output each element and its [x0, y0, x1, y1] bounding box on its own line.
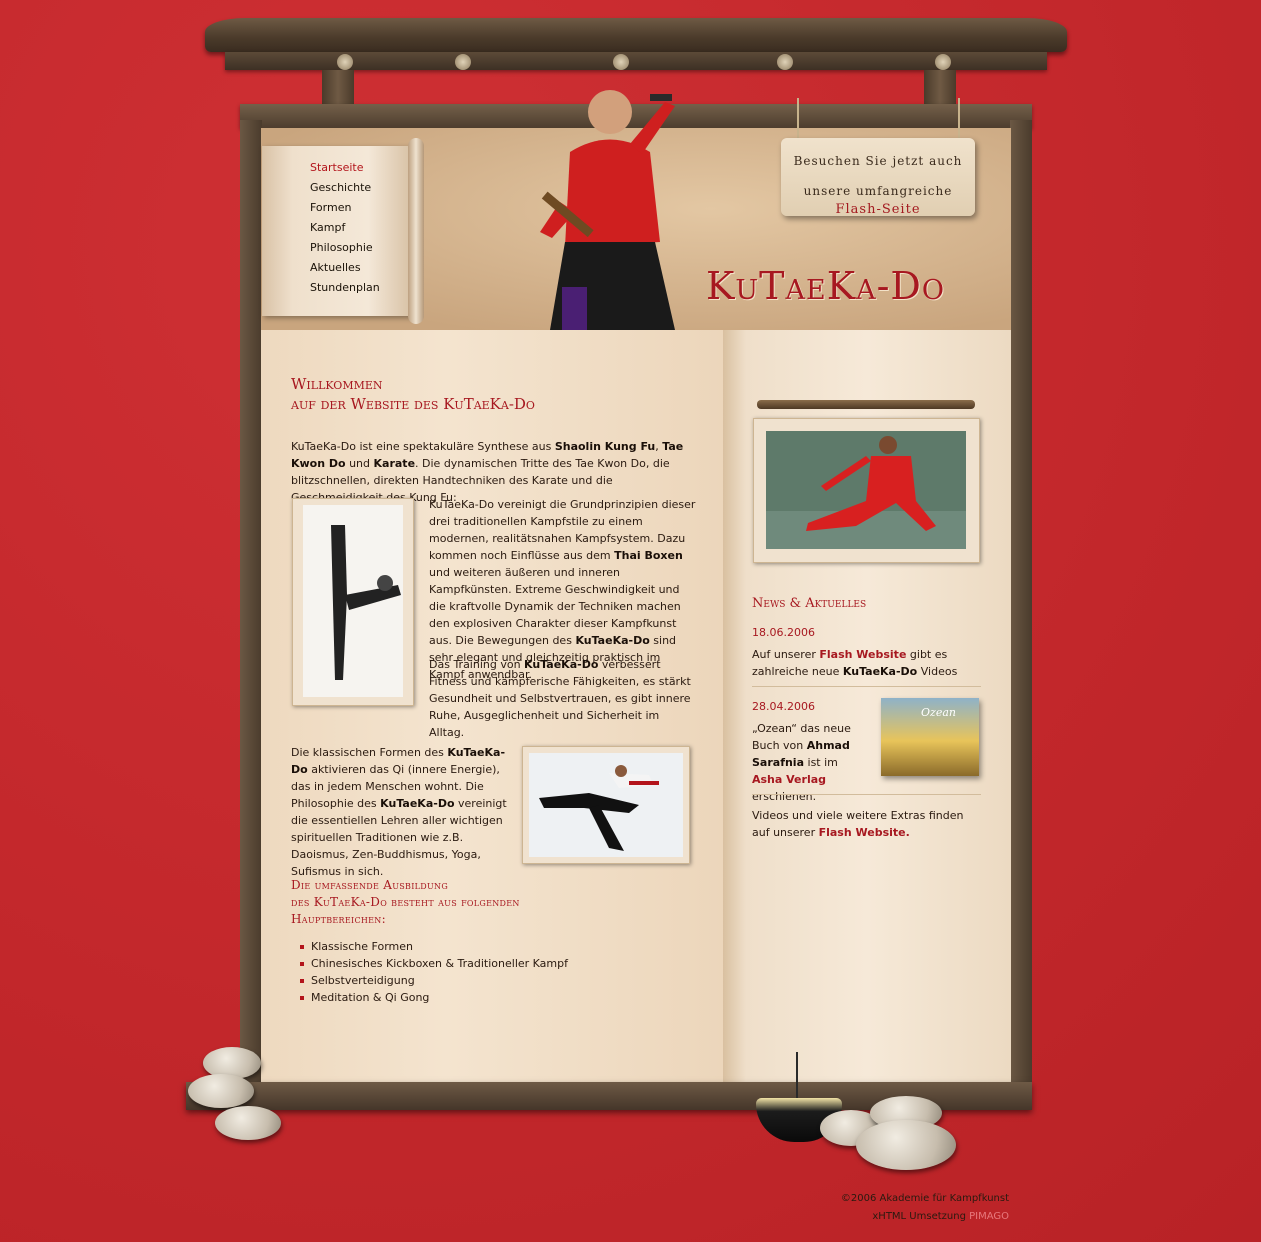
nav-item-startseite[interactable]: Startseite — [310, 158, 380, 178]
jump-kick-photo — [529, 753, 683, 857]
torii-roof — [205, 18, 1067, 52]
flash-website-link-2[interactable]: Flash Website. — [819, 826, 910, 839]
ornament-knob — [777, 54, 793, 70]
news-item-2: „Ozean“ das neue Buch von Ahmad Sarafnia… — [752, 722, 851, 803]
stone — [188, 1074, 254, 1108]
incense-stick — [796, 1052, 798, 1102]
jump-kick-photo-frame — [522, 746, 690, 864]
book-cover-ozean[interactable]: Ozean — [881, 698, 979, 776]
page-title-line-1: Willkommen — [291, 375, 383, 393]
news-item-1: Auf unserer Flash Website gibt es zahlre… — [752, 648, 958, 678]
list-item: Selbstverteidigung — [300, 972, 568, 989]
hanging-rod — [757, 400, 975, 409]
sign-line-2: unsere umfangreiche — [803, 184, 953, 198]
sidebar-photo-frame — [753, 418, 980, 563]
section-heading-ausbildung: Die umfassende Ausbildung des KuTaeKa-Do… — [291, 877, 520, 928]
ornament-knob — [455, 54, 471, 70]
stone — [856, 1120, 956, 1170]
section-heading-line-2: des KuTaeKa-Do besteht aus folgenden — [291, 895, 520, 909]
paragraph-formen: Die klassischen Formen des KuTaeKa-Do ak… — [291, 746, 507, 878]
header-fighter-image — [540, 90, 675, 330]
page-title-line-2: auf der Website des KuTaeKa-Do — [291, 395, 535, 413]
news-divider — [752, 686, 981, 687]
frame-right-post — [1010, 120, 1032, 1100]
ornament-knob — [337, 54, 353, 70]
paragraph-grundprinzipien: KuTaeKa-Do vereinigt die Grundprinzipien… — [429, 498, 696, 681]
list-item: Klassische Formen — [300, 938, 568, 955]
nav-item-formen[interactable]: Formen — [310, 198, 380, 218]
page-title: Willkommen auf der Website des KuTaeKa-D… — [291, 374, 535, 414]
sign-line-3: Flash-Seite — [835, 202, 921, 217]
ornament-knob — [935, 54, 951, 70]
book-title: Ozean — [921, 706, 956, 719]
footer-copyright: ©2006 Akademie für Kampfkunst — [840, 1193, 1009, 1204]
nav-item-aktuelles[interactable]: Aktuelles — [310, 258, 380, 278]
training-areas-list: Klassische Formen Chinesisches Kickboxen… — [300, 938, 568, 1006]
nav-item-philosophie[interactable]: Philosophie — [310, 238, 380, 258]
section-heading-line-1: Die umfassende Ausbildung — [291, 878, 449, 892]
list-item: Meditation & Qi Gong — [300, 989, 568, 1006]
scroll-roll — [408, 138, 424, 324]
ornament-knob — [613, 54, 629, 70]
site-logo[interactable]: KuTaeKa-Do — [706, 264, 945, 308]
news-date: 18.06.2006 — [752, 626, 815, 639]
paragraph-training: Das Training von KuTaeKa-Do verbessert F… — [429, 658, 691, 739]
sidebar-fighter-photo — [766, 431, 966, 549]
frame-left-post — [240, 120, 262, 1100]
flash-website-link[interactable]: Flash Website — [819, 648, 906, 661]
nav-item-geschichte[interactable]: Geschichte — [310, 178, 380, 198]
news-item-3: Videos und viele weitere Extras finden a… — [752, 809, 964, 839]
news-heading: News & Aktuelles — [752, 596, 867, 611]
footer-credit: xHTML Umsetzung PIMAGO — [872, 1211, 1009, 1222]
pimago-link[interactable]: PIMAGO — [969, 1211, 1009, 1222]
news-date: 28.04.2006 — [752, 700, 815, 713]
asha-verlag-link[interactable]: Asha Verlag — [752, 773, 826, 786]
flash-site-sign[interactable]: Besuchen Sie jetzt auch unsere umfangrei… — [781, 138, 975, 217]
list-item: Chinesisches Kickboxen & Traditioneller … — [300, 955, 568, 972]
kick-photo-frame — [292, 498, 414, 706]
main-nav: Startseite Geschichte Formen Kampf Philo… — [310, 158, 380, 298]
stone — [215, 1106, 281, 1140]
sign-line-1: Besuchen Sie jetzt auch — [793, 154, 963, 168]
news-divider — [752, 794, 981, 795]
kick-photo — [303, 505, 403, 697]
nav-item-kampf[interactable]: Kampf — [310, 218, 380, 238]
nav-item-stundenplan[interactable]: Stundenplan — [310, 278, 380, 298]
section-heading-line-3: Hauptbereichen: — [291, 912, 386, 926]
